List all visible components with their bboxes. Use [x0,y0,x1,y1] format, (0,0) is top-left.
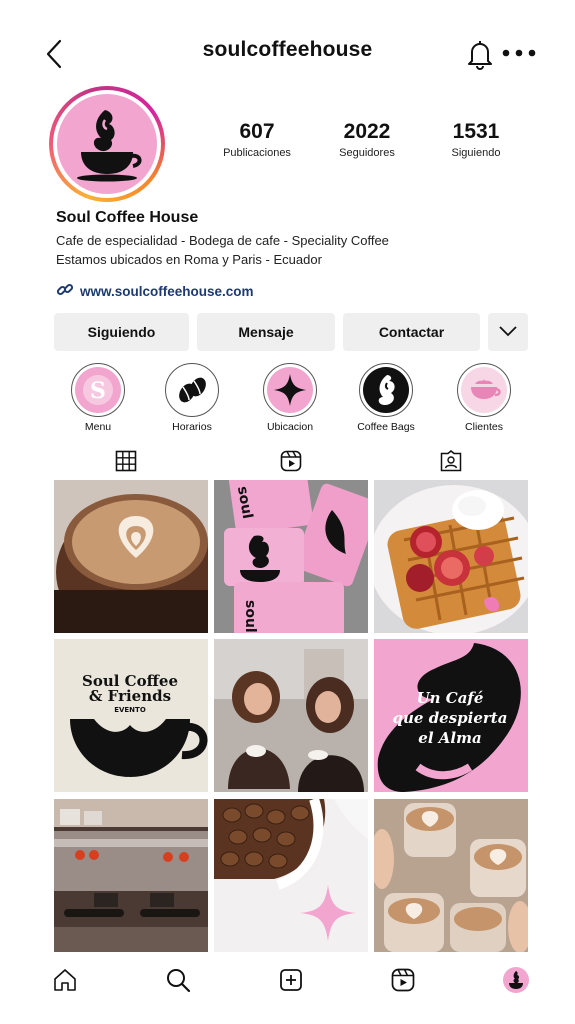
home-icon[interactable] [51,966,79,994]
highlight-horarios[interactable]: Horarios [152,363,232,433]
following-count[interactable]: 1531 Siguiendo [426,120,526,159]
post-friends-laughing[interactable] [214,639,368,792]
coffee-bean-icon [169,367,215,413]
message-button[interactable]: Mensaje [197,313,335,351]
profile-avatar[interactable] [49,86,165,202]
post-pink-cups[interactable]: soul soul [214,480,368,633]
bio-line: Cafe de especialidad - Bodega de cafe - … [56,233,389,248]
profile-display-name: Soul Coffee House [56,209,199,226]
highlight-label: Horarios [172,421,212,433]
stat-label: Siguiendo [451,147,501,159]
posts-count[interactable]: 607 Publicaciones [207,120,307,159]
highlight-label: Menu [84,421,112,433]
s-logo-icon: S [75,367,121,413]
cup-icon [461,367,507,413]
svg-text:S: S [90,378,106,404]
cup-print-text: soul [242,600,258,633]
bell-icon[interactable] [466,38,494,70]
following-button[interactable]: Siguiendo [54,313,189,351]
link-icon [56,281,74,302]
post-espresso-machine[interactable] [54,799,208,952]
highlight-coffee-bags[interactable]: Coffee Bags [346,363,426,433]
tagged-tab-icon[interactable] [439,449,463,473]
post-subtitle: EVENTO [114,706,146,714]
contact-button[interactable]: Contactar [343,313,480,351]
more-dots-icon[interactable] [500,43,540,63]
suggested-accounts-button[interactable] [488,313,528,351]
post-quote-line: el Alma [418,729,481,747]
post-quote-line: que despierta [393,709,508,727]
profile-nav-avatar[interactable] [503,967,529,993]
post-coffee-beans[interactable] [214,799,368,952]
post-latte-art[interactable] [54,480,208,633]
stat-value: 607 [239,120,275,143]
highlight-menu[interactable]: S Menu [58,363,138,433]
sparkle-icon [267,367,313,413]
website-link-text: www.soulcoffeehouse.com [80,284,254,299]
cup-logo-icon [57,94,157,194]
website-link[interactable]: www.soulcoffeehouse.com [56,281,254,302]
stat-value: 1531 [452,120,500,143]
bio-line: Estamos ubicados en Roma y Paris - Ecuad… [56,252,322,267]
highlight-label: Clientes [465,421,503,433]
flame-logo-icon [363,367,409,413]
highlight-label: Ubicacion [266,421,314,433]
post-un-cafe-quote[interactable]: Un Café que despierta el Alma [374,639,528,792]
reels-icon[interactable] [389,966,417,994]
chevron-down-icon [498,324,518,340]
post-waffle[interactable] [374,480,528,633]
highlight-clientes[interactable]: Clientes [444,363,524,433]
post-latte-cheers[interactable] [374,799,528,952]
stat-value: 2022 [343,120,391,143]
reels-tab-icon[interactable] [279,449,303,473]
post-title-line: & Friends [89,687,171,705]
top-bar: soulcoffeehouse [0,0,575,100]
stat-label: Publicaciones [223,147,291,159]
add-post-icon[interactable] [277,966,305,994]
post-quote-line: Un Café [417,689,484,707]
grid-tab-icon[interactable] [114,449,138,473]
stat-label: Seguidores [339,147,395,159]
highlight-label: Coffee Bags [357,421,415,433]
highlight-ubicacion[interactable]: Ubicacion [250,363,330,433]
post-soul-coffee-friends[interactable]: Soul Coffee & Friends EVENTO [54,639,208,792]
followers-count[interactable]: 2022 Seguidores [317,120,417,159]
search-icon[interactable] [164,966,192,994]
